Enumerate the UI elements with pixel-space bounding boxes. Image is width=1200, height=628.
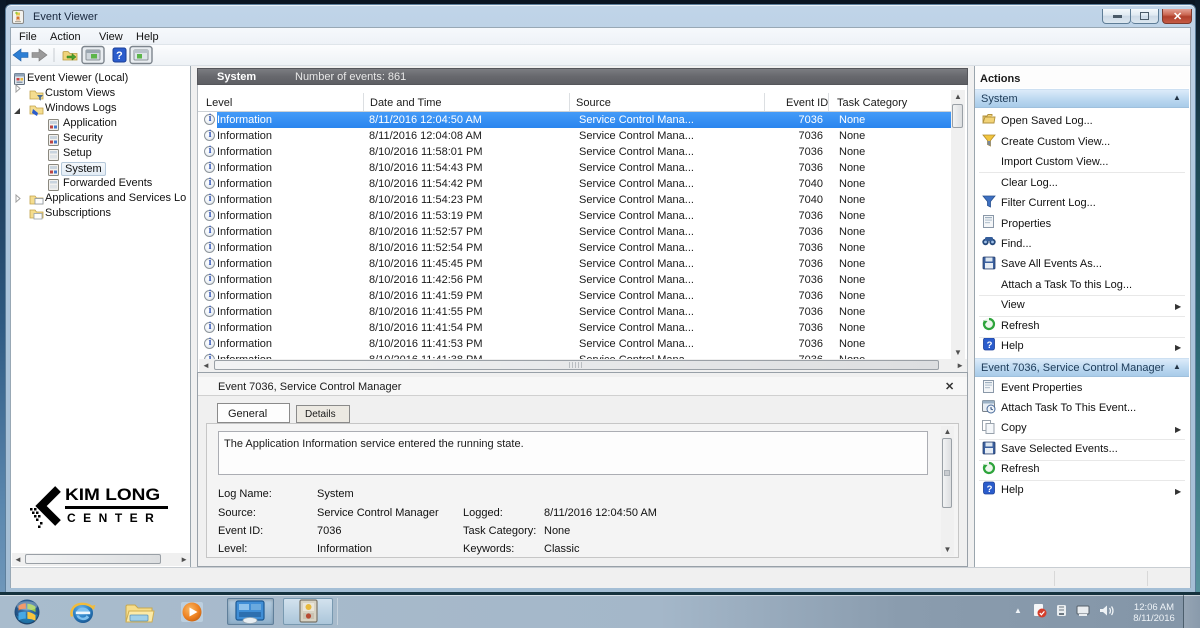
svg-text:?: ? — [116, 50, 123, 62]
svg-text:?: ? — [987, 340, 993, 351]
svg-text:?: ? — [987, 484, 993, 495]
